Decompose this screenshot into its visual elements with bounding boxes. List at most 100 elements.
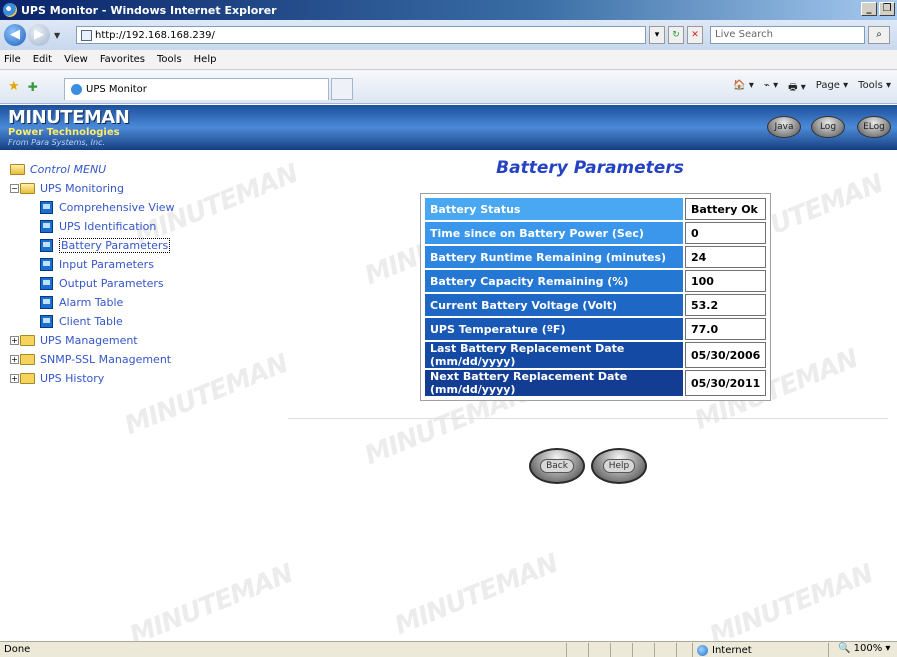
tree-item-output-parameters[interactable]: Output Parameters <box>10 274 175 293</box>
table-row: Battery Capacity Remaining (%) 100 <box>425 270 767 292</box>
search-icon[interactable]: ⌕ <box>868 26 890 44</box>
param-label: Time since on Battery Power (Sec) <box>425 222 683 244</box>
table-row: Battery Status Battery Ok <box>425 198 767 220</box>
param-value: Battery Ok <box>685 198 767 220</box>
globe-icon <box>697 644 708 656</box>
tab-bar: ★ ✚ UPS Monitor 🏠 ▾ ⌁ ▾ 🖶 ▾ Page ▾ Tools… <box>0 70 897 104</box>
favorites-star-icon[interactable]: ★ <box>8 79 20 94</box>
menu-tools[interactable]: Tools <box>157 54 182 65</box>
ie-icon <box>3 3 17 17</box>
status-cell <box>610 643 611 657</box>
expand-icon[interactable]: + <box>10 336 19 345</box>
tree-group-label: UPS Monitoring <box>40 182 124 195</box>
help-button-label: Help <box>602 459 636 473</box>
status-cell <box>828 643 829 657</box>
security-zone: Internet <box>697 643 752 657</box>
tree-root[interactable]: Control MENU <box>10 160 175 179</box>
menu-file[interactable]: File <box>4 54 21 65</box>
expand-icon[interactable]: + <box>10 374 19 383</box>
tree-item-input-parameters[interactable]: Input Parameters <box>10 255 175 274</box>
folder-open-icon <box>20 183 35 194</box>
tree-item-comprehensive-view[interactable]: Comprehensive View <box>10 198 175 217</box>
param-value: 0 <box>685 222 767 244</box>
page-icon <box>40 258 53 271</box>
param-value: 24 <box>685 246 767 268</box>
add-favorites-icon[interactable]: ✚ <box>28 80 38 94</box>
folder-icon <box>20 354 35 365</box>
window-title-bar: UPS Monitor - Windows Internet Explorer … <box>0 0 897 20</box>
folder-icon <box>20 335 35 346</box>
zoom-level[interactable]: 🔍 100% ▾ <box>838 643 890 654</box>
maximize-button[interactable]: ❐ <box>879 2 895 16</box>
param-value: 77.0 <box>685 318 767 340</box>
tree-root-label: Control MENU <box>30 163 107 176</box>
param-value: 05/30/2006 <box>685 342 767 368</box>
menu-edit[interactable]: Edit <box>33 54 52 65</box>
param-label: Last Battery Replacement Date (mm/dd/yyy… <box>425 342 683 368</box>
param-label: Current Battery Voltage (Volt) <box>425 294 683 316</box>
print-button[interactable]: 🖶 ▾ <box>788 80 806 97</box>
collapse-icon[interactable]: − <box>10 184 19 193</box>
log-button[interactable]: Log <box>811 116 845 138</box>
param-label: Next Battery Replacement Date (mm/dd/yyy… <box>425 370 683 396</box>
tree-item-client-table[interactable]: Client Table <box>10 312 175 331</box>
page-icon <box>40 277 53 290</box>
address-input[interactable]: http://192.168.168.239/ <box>76 26 646 44</box>
tree-item-battery-parameters[interactable]: Battery Parameters <box>10 236 175 255</box>
tree-group-ups-management[interactable]: + UPS Management <box>10 331 175 350</box>
status-cell <box>654 643 655 657</box>
param-label: UPS Temperature (ºF) <box>425 318 683 340</box>
tools-menu-button[interactable]: Tools ▾ <box>858 80 891 97</box>
back-nav-button[interactable]: ◀ <box>4 24 26 46</box>
feeds-button[interactable]: ⌁ ▾ <box>764 80 778 97</box>
menu-view[interactable]: View <box>64 54 88 65</box>
table-row: Time since on Battery Power (Sec) 0 <box>425 222 767 244</box>
menu-favorites[interactable]: Favorites <box>100 54 145 65</box>
forward-nav-button[interactable]: ▶ <box>28 24 50 46</box>
table-row: UPS Temperature (ºF) 77.0 <box>425 318 767 340</box>
tree-item-alarm-table[interactable]: Alarm Table <box>10 293 175 312</box>
control-menu-tree: Control MENU − UPS Monitoring Comprehens… <box>10 160 175 388</box>
status-cell <box>566 643 567 657</box>
history-dropdown-icon[interactable]: ▼ <box>54 31 60 40</box>
home-button[interactable]: 🏠 ▾ <box>733 80 754 97</box>
address-toolbar: ◀ ▶ ▼ http://192.168.168.239/ ▾ ↻ ✕ Live… <box>0 20 897 50</box>
java-button[interactable]: Java <box>767 116 801 138</box>
search-input[interactable]: Live Search <box>710 26 865 44</box>
minimize-button[interactable]: _ <box>861 2 877 16</box>
page-icon <box>81 29 92 41</box>
menu-bar: File Edit View Favorites Tools Help <box>0 50 897 70</box>
tab-page-icon <box>71 84 82 95</box>
new-tab-button[interactable] <box>331 78 353 100</box>
back-button[interactable]: Back <box>529 448 585 484</box>
tab-ups-monitor[interactable]: UPS Monitor <box>64 78 329 100</box>
menu-help[interactable]: Help <box>194 54 217 65</box>
address-dropdown-button[interactable]: ▾ <box>649 26 665 44</box>
elog-button[interactable]: ELog <box>857 116 891 138</box>
page-menu-button[interactable]: Page ▾ <box>816 80 848 97</box>
stop-button[interactable]: ✕ <box>687 26 703 44</box>
address-url: http://192.168.168.239/ <box>95 29 215 41</box>
help-button[interactable]: Help <box>591 448 647 484</box>
tree-group-ups-history[interactable]: + UPS History <box>10 369 175 388</box>
param-value: 05/30/2011 <box>685 370 767 396</box>
command-bar: 🏠 ▾ ⌁ ▾ 🖶 ▾ Page ▾ Tools ▾ <box>733 80 891 97</box>
tree-group-ups-monitoring[interactable]: − UPS Monitoring <box>10 179 175 198</box>
page-icon <box>40 315 53 328</box>
watermark: MINUTEMAN <box>705 558 878 641</box>
status-bar: Done Internet 🔍 100% ▾ <box>0 641 897 657</box>
window-title: UPS Monitor - Windows Internet Explorer <box>21 3 277 17</box>
expand-icon[interactable]: + <box>10 355 19 364</box>
refresh-button[interactable]: ↻ <box>668 26 684 44</box>
param-label: Battery Capacity Remaining (%) <box>425 270 683 292</box>
minuteman-logo: MINUTEMAN Power Technologies From Para S… <box>8 107 130 147</box>
tree-item-ups-identification[interactable]: UPS Identification <box>10 217 175 236</box>
param-label: Battery Runtime Remaining (minutes) <box>425 246 683 268</box>
brand-header: MINUTEMAN Power Technologies From Para S… <box>0 105 897 150</box>
table-row: Battery Runtime Remaining (minutes) 24 <box>425 246 767 268</box>
page-icon <box>40 220 53 233</box>
tree-group-snmp-ssl-management[interactable]: + SNMP-SSL Management <box>10 350 175 369</box>
back-button-label: Back <box>540 459 574 473</box>
page-icon <box>40 201 53 214</box>
status-cell <box>588 643 589 657</box>
